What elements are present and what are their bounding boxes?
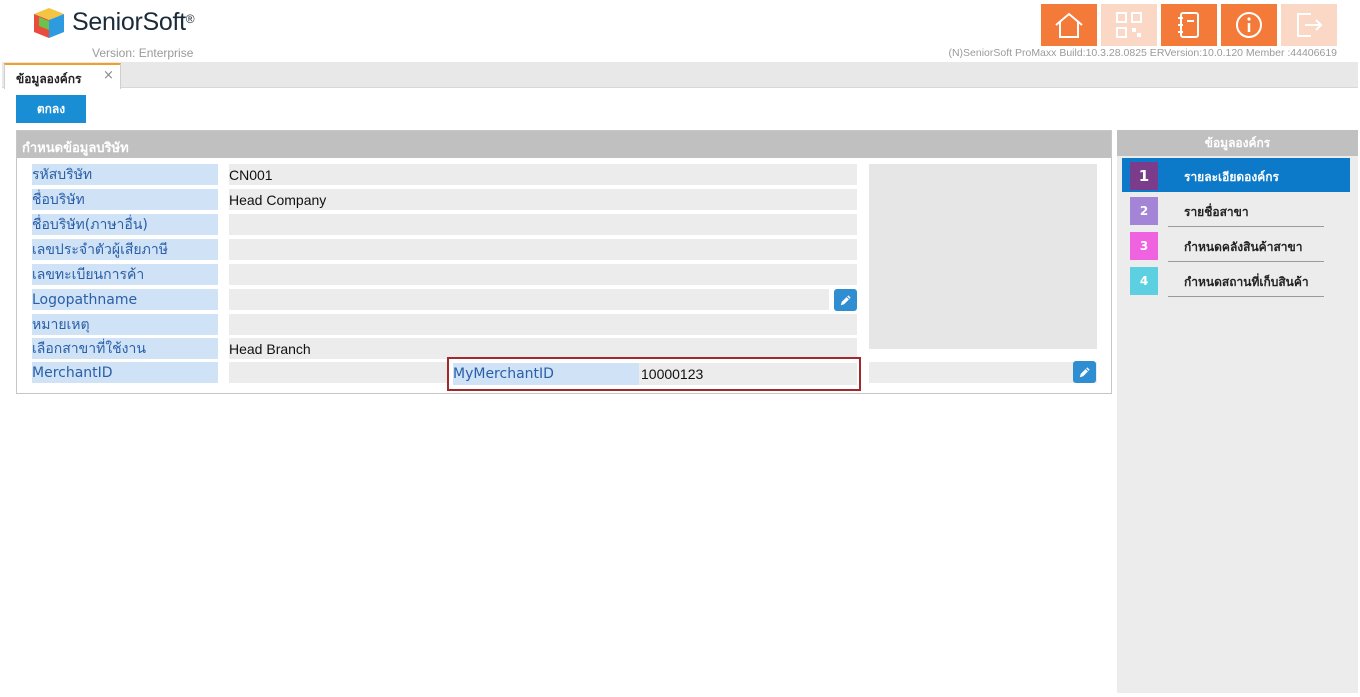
step-label: รายละเอียดองค์กร — [1184, 170, 1279, 184]
organization-sidebar: ข้อมูลองค์กร 1 รายละเอียดองค์กร 2 รายชื่… — [1117, 130, 1358, 693]
info-button[interactable] — [1221, 4, 1277, 46]
step-storage-location[interactable]: 4 กำหนดสถานที่เก็บสินค้า — [1122, 263, 1350, 297]
step-organization-details[interactable]: 1 รายละเอียดองค์กร — [1122, 158, 1350, 192]
app-header: SeniorSoft® Version: Enterprise (N)Senio… — [0, 0, 1360, 62]
step-divider — [1168, 226, 1324, 227]
remark-label: หมายเหตุ — [32, 314, 218, 335]
company-code-field[interactable]: CN001 — [229, 164, 857, 185]
branch-select-label: เลือกสาขาที่ใช้งาน — [32, 338, 218, 359]
ok-button[interactable]: ตกลง — [16, 95, 86, 123]
branch-select-field[interactable]: Head Branch — [229, 338, 857, 359]
step-number: 1 — [1130, 162, 1158, 190]
step-divider — [1168, 261, 1324, 262]
logo-image-preview — [869, 164, 1097, 349]
pencil-icon — [840, 294, 851, 305]
brand-name: SeniorSoft® — [72, 8, 195, 36]
branch-select-value: Head Branch — [229, 340, 311, 357]
panel-header: กำหนดข้อมูลบริษัท — [17, 131, 1111, 158]
step-label: กำหนดสถานที่เก็บสินค้า — [1184, 275, 1309, 289]
my-merchant-id-highlight: MyMerchantID 10000123 — [447, 357, 861, 391]
close-icon[interactable]: × — [103, 68, 114, 83]
seniorsoft-logo — [34, 8, 64, 38]
step-label: รายชื่อสาขา — [1184, 205, 1249, 219]
home-icon — [1055, 12, 1083, 38]
logout-icon — [1297, 13, 1323, 37]
company-code-value: CN001 — [229, 166, 273, 183]
notebook-icon — [1178, 12, 1199, 38]
step-number: 2 — [1130, 197, 1158, 225]
merchant-side-field[interactable] — [869, 362, 1097, 383]
notebook-button[interactable] — [1161, 4, 1217, 46]
my-merchant-id-label: MyMerchantID — [453, 363, 639, 385]
tab-bar: ข้อมูลองค์กร × — [2, 62, 1358, 89]
company-name-label: ชื่อบริษัท — [32, 189, 218, 210]
step-branch-list[interactable]: 2 รายชื่อสาขา — [1122, 193, 1350, 227]
company-name-field[interactable]: Head Company — [229, 189, 857, 210]
my-merchant-id-field[interactable]: 10000123 — [639, 363, 857, 385]
logo-path-label: Logopathname — [32, 289, 218, 310]
step-number: 3 — [1130, 232, 1158, 260]
company-name-other-label: ชื่อบริษัท(ภาษาอื่น) — [32, 214, 218, 235]
merchant-edit-button[interactable] — [1073, 361, 1096, 383]
remark-field[interactable] — [229, 314, 857, 335]
qr-code-button[interactable] — [1101, 4, 1157, 46]
pencil-icon — [1079, 366, 1090, 377]
logo-edit-button[interactable] — [834, 289, 857, 311]
qr-code-icon — [1116, 12, 1142, 38]
tab-organization-info[interactable]: ข้อมูลองค์กร × — [4, 63, 121, 89]
merchant-id-label: MerchantID — [32, 362, 218, 383]
step-label: กำหนดคลังสินค้าสาขา — [1184, 240, 1303, 254]
step-branch-warehouse[interactable]: 3 กำหนดคลังสินค้าสาขา — [1122, 228, 1350, 262]
trade-registration-label: เลขทะเบียนการค้า — [32, 264, 218, 285]
logo-path-field[interactable] — [229, 289, 829, 310]
company-name-value: Head Company — [229, 191, 327, 208]
info-icon — [1236, 12, 1262, 38]
build-info: (N)SeniorSoft ProMaxx Build:10.3.28.0825… — [948, 47, 1337, 59]
my-merchant-id-value: 10000123 — [641, 366, 704, 382]
version-label: Version: Enterprise — [92, 46, 194, 60]
sidebar-title: ข้อมูลองค์กร — [1117, 130, 1358, 156]
step-divider — [1168, 296, 1324, 297]
trade-registration-field[interactable] — [229, 264, 857, 285]
logout-button[interactable] — [1281, 4, 1337, 46]
panel-title: กำหนดข้อมูลบริษัท — [22, 141, 129, 156]
home-button[interactable] — [1041, 4, 1097, 46]
step-number: 4 — [1130, 267, 1158, 295]
tab-label: ข้อมูลองค์กร — [16, 72, 82, 86]
company-name-other-field[interactable] — [229, 214, 857, 235]
company-info-panel: กำหนดข้อมูลบริษัท รหัสบริษัท CN001 ชื่อบ… — [16, 130, 1112, 394]
merchant-id-field[interactable] — [229, 362, 447, 383]
tax-id-field[interactable] — [229, 239, 857, 260]
company-code-label: รหัสบริษัท — [32, 164, 218, 185]
tax-id-label: เลขประจำตัวผู้เสียภาษี — [32, 239, 218, 260]
